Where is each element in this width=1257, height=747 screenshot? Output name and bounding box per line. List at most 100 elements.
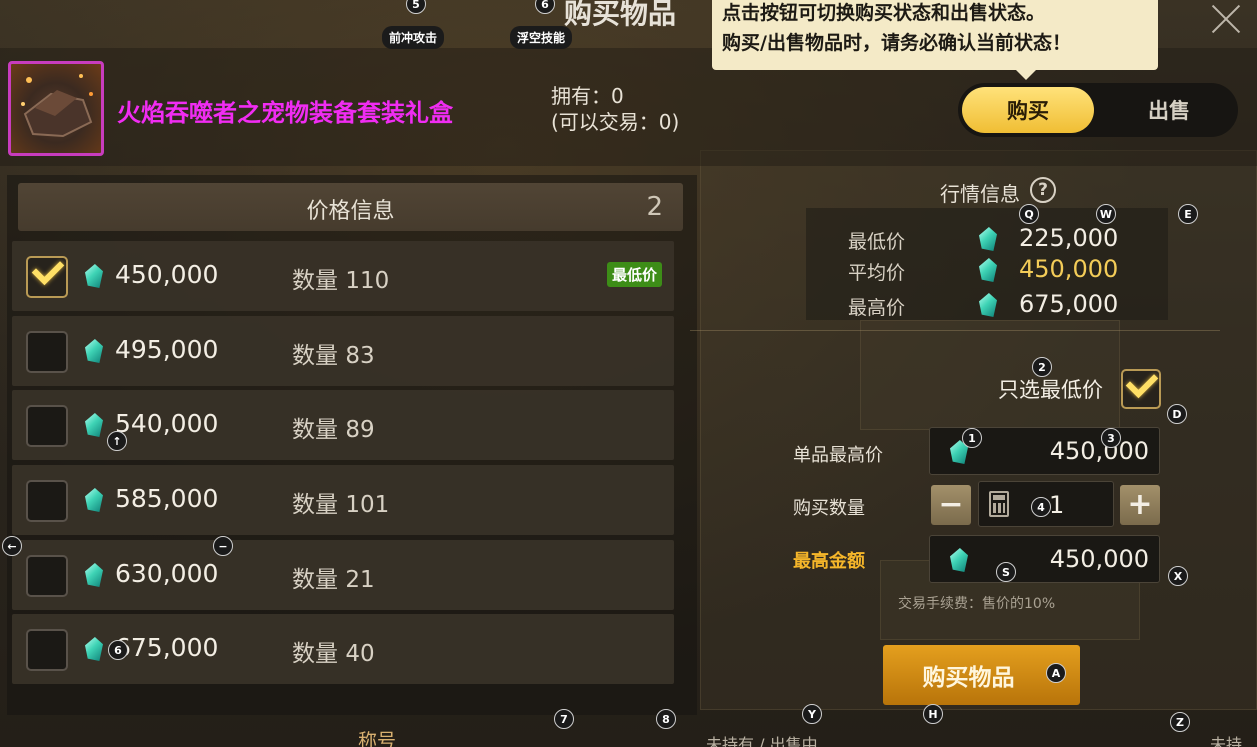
gem-icon bbox=[85, 637, 103, 661]
row-quantity: 数量 89 bbox=[292, 410, 375, 444]
quantity-value: 1 bbox=[1049, 491, 1065, 519]
max-total-field: 450,000 bbox=[929, 535, 1160, 583]
row-checkbox[interactable] bbox=[26, 629, 68, 671]
hotkey-4: 4 bbox=[1031, 497, 1051, 517]
bg-status-text: 未持有 / 出售中 bbox=[706, 735, 818, 747]
price-info-header: 价格信息 2 bbox=[18, 183, 683, 231]
item-name: 火焰吞噬者之宠物装备套装礼盒 bbox=[117, 99, 453, 127]
max-total-value: 450,000 bbox=[1049, 545, 1149, 573]
quantity-label: 购买数量 bbox=[793, 498, 865, 519]
hotkey-d: D bbox=[1167, 404, 1187, 424]
max-total-label: 最高金额 bbox=[793, 551, 865, 572]
fee-note: 交易手续费：售价的10% bbox=[898, 596, 1056, 612]
unit-max-price-value: 450,000 bbox=[1049, 437, 1149, 465]
price-info-count: 2 bbox=[646, 192, 663, 222]
min-price-label: 最低价 bbox=[848, 231, 906, 253]
row-quantity: 数量 83 bbox=[292, 336, 375, 370]
only-lowest-checkbox[interactable] bbox=[1121, 365, 1161, 409]
skill-label-air-skill: 浮空技能 bbox=[510, 26, 573, 49]
hotkey-8: 8 bbox=[656, 709, 676, 729]
row-quantity: 数量 110 bbox=[292, 261, 389, 295]
avg-price-label: 平均价 bbox=[848, 262, 906, 284]
max-price-value: 675,000 bbox=[1019, 290, 1119, 318]
qty-value: 40 bbox=[345, 641, 375, 667]
qty-value: 101 bbox=[345, 492, 390, 518]
hotkey-7: 7 bbox=[554, 709, 574, 729]
qty-label: 数量 bbox=[292, 492, 338, 518]
mode-tooltip: 点击按钮可切换购买状态和出售状态。 购买/出售物品时，请务必确认当前状态！ bbox=[712, 0, 1158, 80]
unit-max-price-label: 单品最高价 bbox=[793, 445, 883, 466]
price-row[interactable]: 495,000 数量 83 bbox=[12, 316, 674, 386]
skill-label-dash-attack: 前冲攻击 bbox=[382, 26, 445, 49]
row-price: 450,000 bbox=[115, 260, 219, 289]
min-price-value: 225,000 bbox=[1019, 224, 1119, 252]
bg-title-tab: 称号 bbox=[358, 730, 397, 747]
tooltip-line-2: 购买/出售物品时，请务必确认当前状态！ bbox=[722, 32, 1071, 54]
gem-icon bbox=[85, 488, 103, 512]
hotkey-z: Z bbox=[1170, 712, 1190, 732]
price-info-title: 价格信息 bbox=[306, 199, 395, 224]
hotkey-q: Q bbox=[1019, 204, 1039, 224]
hotkey-left: ← bbox=[2, 536, 22, 556]
row-price: 585,000 bbox=[115, 484, 219, 513]
help-icon[interactable]: ? bbox=[1030, 177, 1056, 203]
ownership-info: 拥有：0 (可以交易：0) bbox=[551, 83, 679, 135]
gem-icon bbox=[85, 339, 103, 363]
row-checkbox[interactable] bbox=[26, 331, 68, 373]
hotkey-e: E bbox=[1178, 204, 1198, 224]
window-title: 购买物品 bbox=[564, 0, 677, 30]
lowest-price-badge: 最低价 bbox=[606, 262, 662, 287]
hotkey-3: 3 bbox=[1101, 428, 1121, 448]
hotkey-h: H bbox=[923, 704, 943, 724]
market-info-title: 行情信息 bbox=[940, 182, 1020, 206]
increase-quantity-button[interactable]: + bbox=[1120, 485, 1160, 525]
row-quantity: 数量 101 bbox=[292, 485, 389, 519]
row-checkbox[interactable] bbox=[26, 252, 68, 298]
gem-icon bbox=[85, 264, 103, 288]
item-box-icon[interactable] bbox=[8, 61, 104, 156]
price-row[interactable]: 585,000 数量 101 bbox=[12, 465, 674, 535]
max-price-label: 最高价 bbox=[848, 297, 906, 319]
row-quantity: 数量 40 bbox=[292, 634, 375, 668]
price-row[interactable]: 630,000 数量 21 bbox=[12, 540, 674, 610]
calculator-icon[interactable] bbox=[989, 491, 1009, 517]
price-row[interactable]: 450,000 数量 110 最低价 bbox=[12, 241, 674, 311]
tooltip-line-1: 点击按钮可切换购买状态和出售状态。 bbox=[722, 2, 1046, 24]
hotkey-a: A bbox=[1046, 663, 1066, 683]
row-quantity: 数量 21 bbox=[292, 560, 375, 594]
gem-icon bbox=[85, 563, 103, 587]
hotkey-6: 6 bbox=[108, 640, 128, 660]
gem-icon bbox=[85, 413, 103, 437]
hotkey-x: X bbox=[1168, 566, 1188, 586]
qty-label: 数量 bbox=[292, 343, 338, 369]
hotkey-y: Y bbox=[802, 704, 822, 724]
hotkey-2: 2 bbox=[1032, 357, 1052, 377]
buy-sell-toggle: 购买 出售 bbox=[958, 83, 1238, 137]
row-checkbox[interactable] bbox=[26, 405, 68, 447]
row-checkbox[interactable] bbox=[26, 480, 68, 522]
hotkey-s: S bbox=[996, 562, 1016, 582]
qty-label: 数量 bbox=[292, 417, 338, 443]
tradable-count: (可以交易：0) bbox=[551, 110, 680, 134]
row-checkbox[interactable] bbox=[26, 555, 68, 597]
qty-value: 89 bbox=[345, 417, 375, 443]
owned-count: 拥有：0 bbox=[551, 84, 624, 108]
bg-status-text: 未持有 bbox=[1210, 735, 1243, 747]
row-price: 540,000 bbox=[115, 409, 219, 438]
only-lowest-label: 只选最低价 bbox=[998, 378, 1103, 402]
close-icon[interactable] bbox=[1209, 2, 1243, 36]
qty-label: 数量 bbox=[292, 641, 338, 667]
row-price: 675,000 bbox=[115, 633, 219, 662]
hotkey-up: ↑ bbox=[107, 431, 127, 451]
gem-icon bbox=[950, 548, 968, 572]
decrease-quantity-button[interactable]: − bbox=[931, 485, 971, 525]
qty-value: 110 bbox=[345, 268, 390, 294]
avg-price-value: 450,000 bbox=[1019, 255, 1119, 283]
qty-label: 数量 bbox=[292, 567, 338, 593]
hotkey-minus: − bbox=[213, 536, 233, 556]
qty-value: 21 bbox=[345, 567, 375, 593]
sell-mode-button[interactable]: 出售 bbox=[1104, 87, 1234, 133]
row-price: 495,000 bbox=[115, 335, 219, 364]
hotkey-w: W bbox=[1096, 204, 1116, 224]
buy-mode-button[interactable]: 购买 bbox=[962, 87, 1094, 133]
